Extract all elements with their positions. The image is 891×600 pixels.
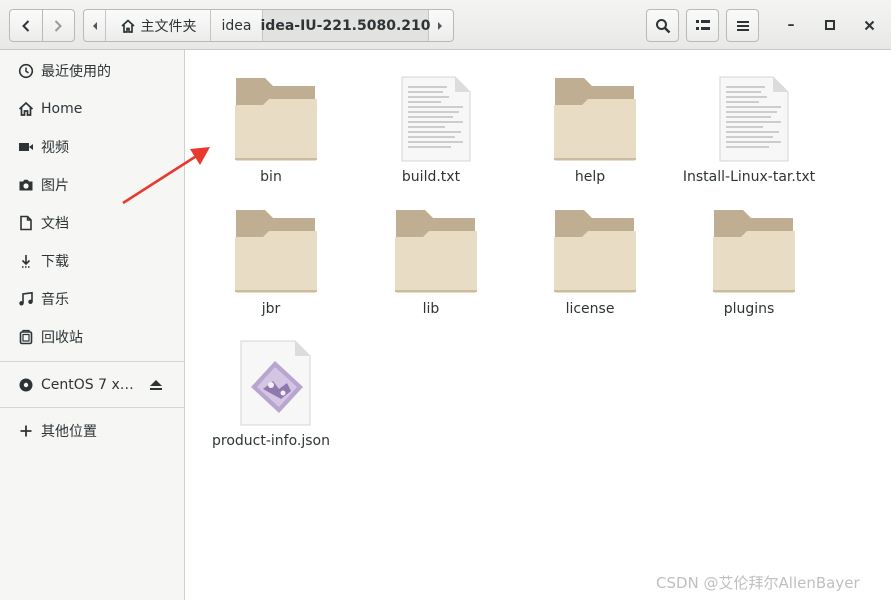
sidebar-item-label: 音乐 (41, 292, 69, 308)
sidebar-item-downloads[interactable]: 下载 (0, 245, 184, 277)
file-grid: bin build.txt help Install-Linux-tar.txt… (185, 50, 891, 600)
text-file-icon (401, 76, 471, 162)
grid-view-icon (695, 19, 710, 30)
breadcrumb-home-label: 主文件夹 (140, 18, 197, 35)
header-bar: 主文件夹 idea idea-IU-221.5080.210 – (0, 0, 891, 50)
sidebar-item-label: 图片 (41, 178, 69, 194)
sidebar: 最近使用的 Home 视频 图片 文档 下载 音乐 回收站 CentOS 7 x… (0, 50, 185, 600)
file-item-lib[interactable]: lib (351, 191, 511, 317)
file-name: product-info.json (212, 433, 330, 449)
sidebar-separator (0, 361, 184, 362)
file-name: help (574, 169, 606, 185)
download-icon (18, 253, 34, 269)
close-button[interactable] (858, 14, 880, 36)
path-scroll-right-icon (438, 21, 442, 30)
recent-clock-icon (18, 63, 34, 79)
path-scroll-right-button[interactable] (429, 10, 451, 41)
folder-icon (235, 210, 317, 293)
sidebar-item-recent[interactable]: 最近使用的 (0, 55, 184, 87)
path-bar: 主文件夹 idea idea-IU-221.5080.210 (83, 9, 454, 42)
sidebar-item-label: 下载 (41, 254, 69, 270)
folder-icon (554, 78, 636, 161)
folder-icon (713, 210, 795, 293)
file-item-product-info-json[interactable]: product-info.json (191, 323, 351, 449)
chevron-left-icon (22, 19, 30, 32)
view-toggle-button[interactable] (686, 9, 719, 42)
breadcrumb-idea[interactable]: idea (211, 10, 263, 41)
sidebar-item-trash[interactable]: 回收站 (0, 321, 184, 353)
maximize-icon (825, 20, 835, 30)
sidebar-item-documents[interactable]: 文档 (0, 207, 184, 239)
breadcrumb-home[interactable]: 主文件夹 (106, 10, 211, 41)
annotation-arrow (122, 147, 210, 205)
maximize-button[interactable] (819, 14, 841, 36)
sidebar-item-music[interactable]: 音乐 (0, 283, 184, 315)
plus-icon (18, 423, 34, 439)
file-item-plugins[interactable]: plugins (669, 191, 829, 317)
sidebar-item-label: Home (41, 101, 83, 117)
music-icon (18, 291, 34, 307)
hamburger-menu-icon (736, 20, 749, 31)
sidebar-item-label: CentOS 7 x… (41, 377, 134, 393)
folder-icon (235, 78, 317, 161)
path-scroll-left-button[interactable] (84, 10, 106, 41)
sidebar-item-home[interactable]: Home (0, 93, 184, 125)
camera-icon (18, 177, 34, 193)
sidebar-item-label: 其他位置 (41, 424, 97, 440)
video-icon (18, 139, 34, 155)
file-item-license[interactable]: license (510, 191, 670, 317)
breadcrumb-current-label: idea-IU-221.5080.210 (260, 17, 431, 34)
watermark: CSDN @艾伦拜尔AllenBayer (656, 574, 860, 592)
sidebar-item-label: 回收站 (41, 330, 83, 346)
eject-icon (150, 380, 162, 390)
chevron-right-icon (55, 19, 63, 32)
sidebar-item-other-locations[interactable]: 其他位置 (0, 415, 184, 447)
home-icon (120, 18, 135, 33)
sidebar-item-label: 视频 (41, 140, 69, 156)
folder-icon (395, 210, 477, 293)
file-name: build.txt (401, 169, 461, 185)
disc-icon (18, 377, 34, 393)
close-icon (864, 20, 874, 30)
eject-button[interactable] (148, 377, 164, 393)
forward-button[interactable] (41, 10, 74, 41)
document-icon (18, 215, 34, 231)
breadcrumb-idea-label: idea (221, 17, 252, 34)
sidebar-item-centos-disc[interactable]: CentOS 7 x… (0, 369, 184, 401)
folder-icon (554, 210, 636, 293)
minimize-button[interactable]: – (780, 14, 802, 36)
text-file-icon (719, 76, 789, 162)
file-name: plugins (723, 301, 775, 317)
search-button[interactable] (646, 9, 679, 42)
json-file-icon (240, 340, 311, 426)
file-item-help[interactable]: help (510, 59, 670, 185)
breadcrumb-current[interactable]: idea-IU-221.5080.210 (260, 10, 431, 41)
file-name: lib (422, 301, 440, 317)
search-icon (655, 18, 670, 33)
path-scroll-left-icon (92, 21, 97, 30)
sidebar-item-label: 文档 (41, 216, 69, 232)
file-name: license (565, 301, 615, 317)
trash-icon (18, 329, 34, 345)
home-icon (18, 101, 34, 117)
file-name: jbr (261, 301, 281, 317)
file-item-build-txt[interactable]: build.txt (351, 59, 511, 185)
sidebar-separator (0, 407, 184, 408)
file-item-install-linux-tar-txt[interactable]: Install-Linux-tar.txt (669, 59, 829, 185)
file-name: Install-Linux-tar.txt (682, 169, 816, 185)
minimize-icon: – (787, 17, 795, 33)
back-button[interactable] (10, 10, 42, 41)
navigation-buttons (9, 9, 75, 42)
sidebar-item-label: 最近使用的 (41, 64, 111, 80)
menu-button[interactable] (726, 9, 759, 42)
